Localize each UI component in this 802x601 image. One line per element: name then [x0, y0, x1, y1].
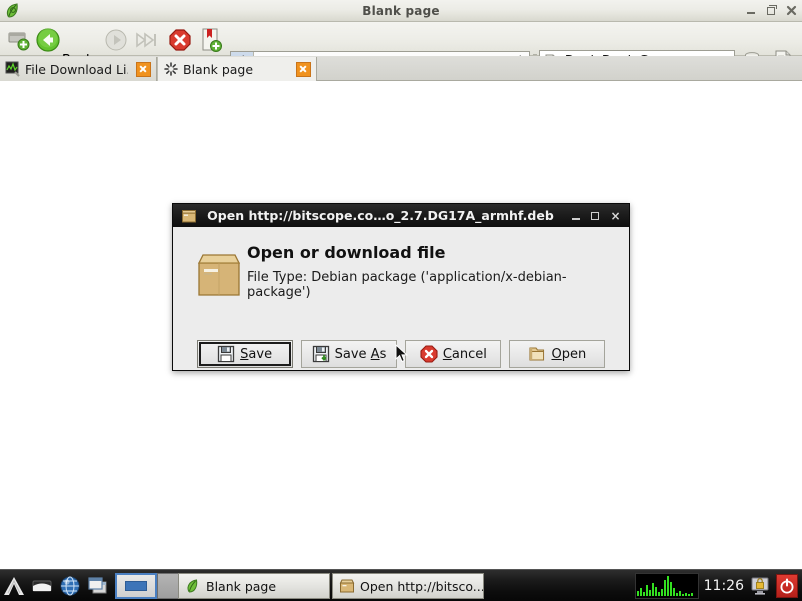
floppy-save-icon: [217, 345, 235, 363]
cancel-icon: [420, 345, 438, 363]
bookmark-add-icon[interactable]: [199, 27, 223, 53]
floppy-save-as-icon: [312, 345, 330, 363]
window-title: Blank page: [0, 0, 802, 22]
cpu-graph-monitor[interactable]: [635, 573, 699, 599]
dialog-button-row: Save Save As: [173, 339, 629, 369]
window-maximize-button[interactable]: [766, 5, 777, 17]
loading-spinner-icon: [163, 61, 179, 77]
tab-close-button[interactable]: [296, 62, 311, 77]
taskbar-window-open-dialog[interactable]: Open http://bitsco...: [332, 573, 484, 599]
power-icon[interactable]: [776, 574, 798, 598]
back-icon[interactable]: [36, 28, 60, 52]
package-large-icon: [195, 249, 243, 299]
tab-bar: File Download Li... Blank page: [0, 56, 802, 81]
open-or-download-dialog: Open http://bitscope.co…o_2.7.DG17A_armh…: [172, 203, 630, 371]
window-close-button[interactable]: [786, 5, 797, 17]
window-minimize-button[interactable]: [746, 5, 757, 17]
dialog-titlebar: Open http://bitscope.co…o_2.7.DG17A_armh…: [173, 204, 629, 227]
window-controls: [746, 0, 797, 22]
folder-open-icon: [528, 345, 546, 363]
window-titlebar: Blank page: [0, 0, 802, 22]
dialog-window-controls: ×: [572, 210, 621, 222]
tab-label: File Download Li...: [25, 62, 128, 77]
save-as-button[interactable]: Save As: [301, 340, 398, 368]
lock-screen-icon[interactable]: [749, 574, 771, 598]
clock: 11:26: [704, 578, 744, 594]
taskbar-window-label: Blank page: [206, 579, 276, 594]
dialog-close-button[interactable]: ×: [610, 210, 621, 222]
save-as-button-label: Save As: [335, 347, 387, 362]
cancel-button-label: Cancel: [443, 347, 487, 362]
workspace-window-thumb: [125, 581, 147, 591]
dialog-heading: Open or download file: [247, 243, 445, 262]
screen: Blank page: [0, 0, 802, 601]
next-page-icon: [134, 30, 160, 50]
browser-toolbar: Back: [0, 22, 802, 56]
cancel-button[interactable]: Cancel: [405, 340, 501, 368]
dialog-body: Open or download file File Type: Debian …: [173, 227, 629, 370]
forward-icon: [105, 29, 127, 51]
new-tab-icon[interactable]: [6, 26, 32, 52]
workspace-1[interactable]: [115, 573, 157, 599]
package-icon: [339, 578, 355, 594]
tab-blank-page[interactable]: Blank page: [157, 57, 317, 81]
dialog-subtext: File Type: Debian package ('application/…: [247, 270, 629, 300]
tab-file-download-list[interactable]: File Download Li...: [0, 57, 157, 81]
download-list-icon: [5, 61, 21, 77]
dialog-title: Open http://bitscope.co…o_2.7.DG17A_armh…: [189, 208, 572, 223]
system-tray: 11:26: [635, 573, 798, 599]
window-list-icon[interactable]: [84, 573, 112, 599]
dialog-minimize-button[interactable]: [572, 212, 583, 220]
open-button[interactable]: Open: [509, 340, 605, 368]
save-button-label: Save: [240, 347, 272, 362]
taskbar-launchers: [0, 572, 112, 600]
stop-icon[interactable]: [168, 28, 192, 52]
tab-label: Blank page: [183, 62, 288, 77]
save-button[interactable]: Save: [197, 340, 293, 368]
dialog-maximize-button[interactable]: [591, 212, 602, 220]
tab-close-button[interactable]: [136, 62, 151, 77]
taskbar: Blank page Open http://bitsco...: [0, 569, 802, 601]
taskbar-window-blank-page[interactable]: Blank page: [178, 573, 330, 599]
open-button-label: Open: [551, 347, 586, 362]
taskbar-window-list: Blank page Open http://bitsco...: [178, 573, 484, 599]
terminal-icon[interactable]: [28, 573, 56, 599]
taskbar-window-label: Open http://bitsco...: [360, 579, 484, 594]
browser-globe-icon[interactable]: [56, 573, 84, 599]
midori-leaf-icon: [185, 578, 201, 594]
menu-icon[interactable]: [0, 573, 28, 599]
